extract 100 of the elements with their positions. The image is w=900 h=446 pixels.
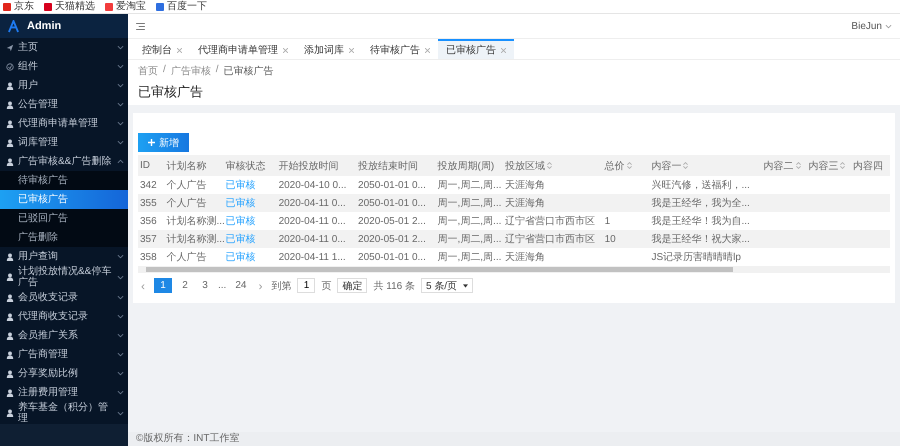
menu-item[interactable]: 组件 xyxy=(0,57,128,76)
add-button[interactable]: 新增 xyxy=(138,133,189,152)
column-header: 内容四 xyxy=(853,160,884,172)
user-icon xyxy=(6,82,14,90)
footer-text: ©版权所有：INT工作室 xyxy=(128,432,900,446)
chevron-icon xyxy=(885,24,892,28)
table-cell: 周一,周二,周... xyxy=(438,252,502,263)
column-header: 开始投放时间 xyxy=(278,160,339,172)
menu-item[interactable]: 会员推广关系 xyxy=(0,326,128,345)
table-cell: 2050-01-01 0... xyxy=(358,252,426,262)
chevron-icon xyxy=(117,274,124,280)
table-cell: 2020-04-11 1... xyxy=(278,252,346,262)
user-icon xyxy=(6,312,14,320)
menu-item[interactable]: 养车基金（积分）管理 xyxy=(0,402,128,424)
submenu-item[interactable]: 已审核广告 xyxy=(0,190,128,209)
menu-item[interactable]: 计划投放情况&&停车广告 xyxy=(0,266,128,288)
goto-label: 到第 xyxy=(271,280,292,292)
table-cell: 个人广告 xyxy=(166,198,206,209)
tab[interactable]: 控制台 xyxy=(134,39,190,59)
tab[interactable]: 代理商申请单管理 xyxy=(190,39,296,59)
menu-item[interactable]: 会员收支记录 xyxy=(0,288,128,307)
close-icon[interactable] xyxy=(501,48,506,52)
breadcrumb-separator: / xyxy=(163,64,166,77)
user-icon xyxy=(6,409,14,417)
menu-item[interactable]: 代理商收支记录 xyxy=(0,307,128,326)
close-icon[interactable] xyxy=(425,48,430,52)
tab[interactable]: 已审核广告 xyxy=(438,39,514,59)
chevron-icon xyxy=(117,333,124,338)
app-title: Admin xyxy=(27,20,62,32)
menu-item[interactable]: 用户查询 xyxy=(0,247,128,266)
chevron-icon xyxy=(117,410,124,416)
menu-item[interactable]: 注册费用管理 xyxy=(0,383,128,402)
table-cell: 计划名称测... xyxy=(166,234,225,245)
menu-item[interactable]: 广告审核&&广告删除 xyxy=(0,152,128,171)
bookmark-link[interactable]: 爱淘宝 xyxy=(116,0,146,12)
horizontal-scrollbar[interactable] xyxy=(138,266,890,273)
breadcrumb-item[interactable]: 首页 xyxy=(138,64,158,78)
page-button[interactable]: 2 xyxy=(178,278,192,293)
user-icon xyxy=(6,388,14,396)
bookmark-link[interactable]: 天猫精选 xyxy=(55,0,95,12)
tab[interactable]: 添加词库 xyxy=(296,39,362,59)
close-icon[interactable] xyxy=(283,48,288,52)
page-button[interactable]: 24 xyxy=(232,278,250,293)
table-cell: 2020-05-01 2... xyxy=(358,234,426,244)
breadcrumb-separator: / xyxy=(216,64,219,77)
menu-item[interactable]: 公告管理 xyxy=(0,95,128,114)
sort-icon[interactable] xyxy=(796,162,801,170)
table-cell: 周一,周二,周... xyxy=(438,234,502,245)
table-cell: 我是王经华，我为全... xyxy=(651,198,750,209)
user-icon xyxy=(6,120,14,128)
table-cell: 天涯海角 xyxy=(504,180,545,191)
sort-icon[interactable] xyxy=(626,162,632,170)
table-cell: 10 xyxy=(604,234,616,244)
table-cell: 天涯海角 xyxy=(504,252,545,263)
column-header: 计划名称 xyxy=(166,160,206,172)
page-unit: 页 xyxy=(321,280,332,292)
sort-icon[interactable] xyxy=(546,162,552,170)
close-icon[interactable] xyxy=(177,48,182,52)
send-icon xyxy=(6,44,14,52)
chevron-icon xyxy=(117,390,124,395)
table-cell: 357 xyxy=(140,234,157,244)
submenu-item[interactable]: 待审核广告 xyxy=(0,171,128,190)
bookmark-link[interactable]: 京东 xyxy=(14,0,34,12)
table-cell: 辽宁省营口市西市区 xyxy=(504,216,595,227)
table-cell: 2050-01-01 0... xyxy=(358,198,426,208)
confirm-button[interactable]: 确定 xyxy=(337,278,368,293)
menu-item[interactable]: 代理商申请单管理 xyxy=(0,114,128,133)
plus-icon xyxy=(148,139,155,146)
submenu-item[interactable]: 已驳回广告 xyxy=(0,209,128,228)
page-button[interactable]: 1 xyxy=(154,278,172,293)
user-icon xyxy=(6,332,14,340)
table-cell: 周一,周二,周... xyxy=(438,198,502,209)
chevron-icon xyxy=(117,314,124,319)
menu-item[interactable]: 主页 xyxy=(0,38,128,57)
menu-item[interactable]: 词库管理 xyxy=(0,133,128,152)
logo-icon xyxy=(8,20,19,32)
user-icon xyxy=(6,370,14,378)
user-menu[interactable]: BieJun xyxy=(851,20,882,32)
page-input[interactable]: 1 xyxy=(297,278,316,293)
sort-icon[interactable] xyxy=(840,162,846,170)
page-size-select[interactable]: 5 条/页 xyxy=(420,278,474,293)
bookmark-link[interactable]: 百度一下 xyxy=(167,0,207,12)
tab[interactable]: 待审核广告 xyxy=(362,39,438,59)
chevron-icon xyxy=(117,140,124,145)
submenu-item[interactable]: 广告删除 xyxy=(0,228,128,247)
table-cell: 355 xyxy=(140,198,157,208)
menu-item[interactable]: 广告商管理 xyxy=(0,345,128,364)
sort-icon[interactable] xyxy=(683,162,688,170)
menu-icon[interactable] xyxy=(136,22,145,30)
total-count: 共 116 条 xyxy=(373,280,415,292)
page-button[interactable]: 3 xyxy=(198,278,212,293)
chevron-icon xyxy=(117,64,124,69)
close-icon[interactable] xyxy=(349,48,354,52)
menu-item[interactable]: 用户 xyxy=(0,76,128,95)
table-cell: 个人广告 xyxy=(166,252,206,263)
menu-item[interactable]: 分享奖励比例 xyxy=(0,364,128,383)
chevron-icon xyxy=(117,102,124,107)
table-cell: 兴旺汽修，送福利，... xyxy=(651,180,750,191)
table-cell: 计划名称测... xyxy=(166,216,225,227)
breadcrumb-item[interactable]: 广告审核 xyxy=(170,64,211,78)
